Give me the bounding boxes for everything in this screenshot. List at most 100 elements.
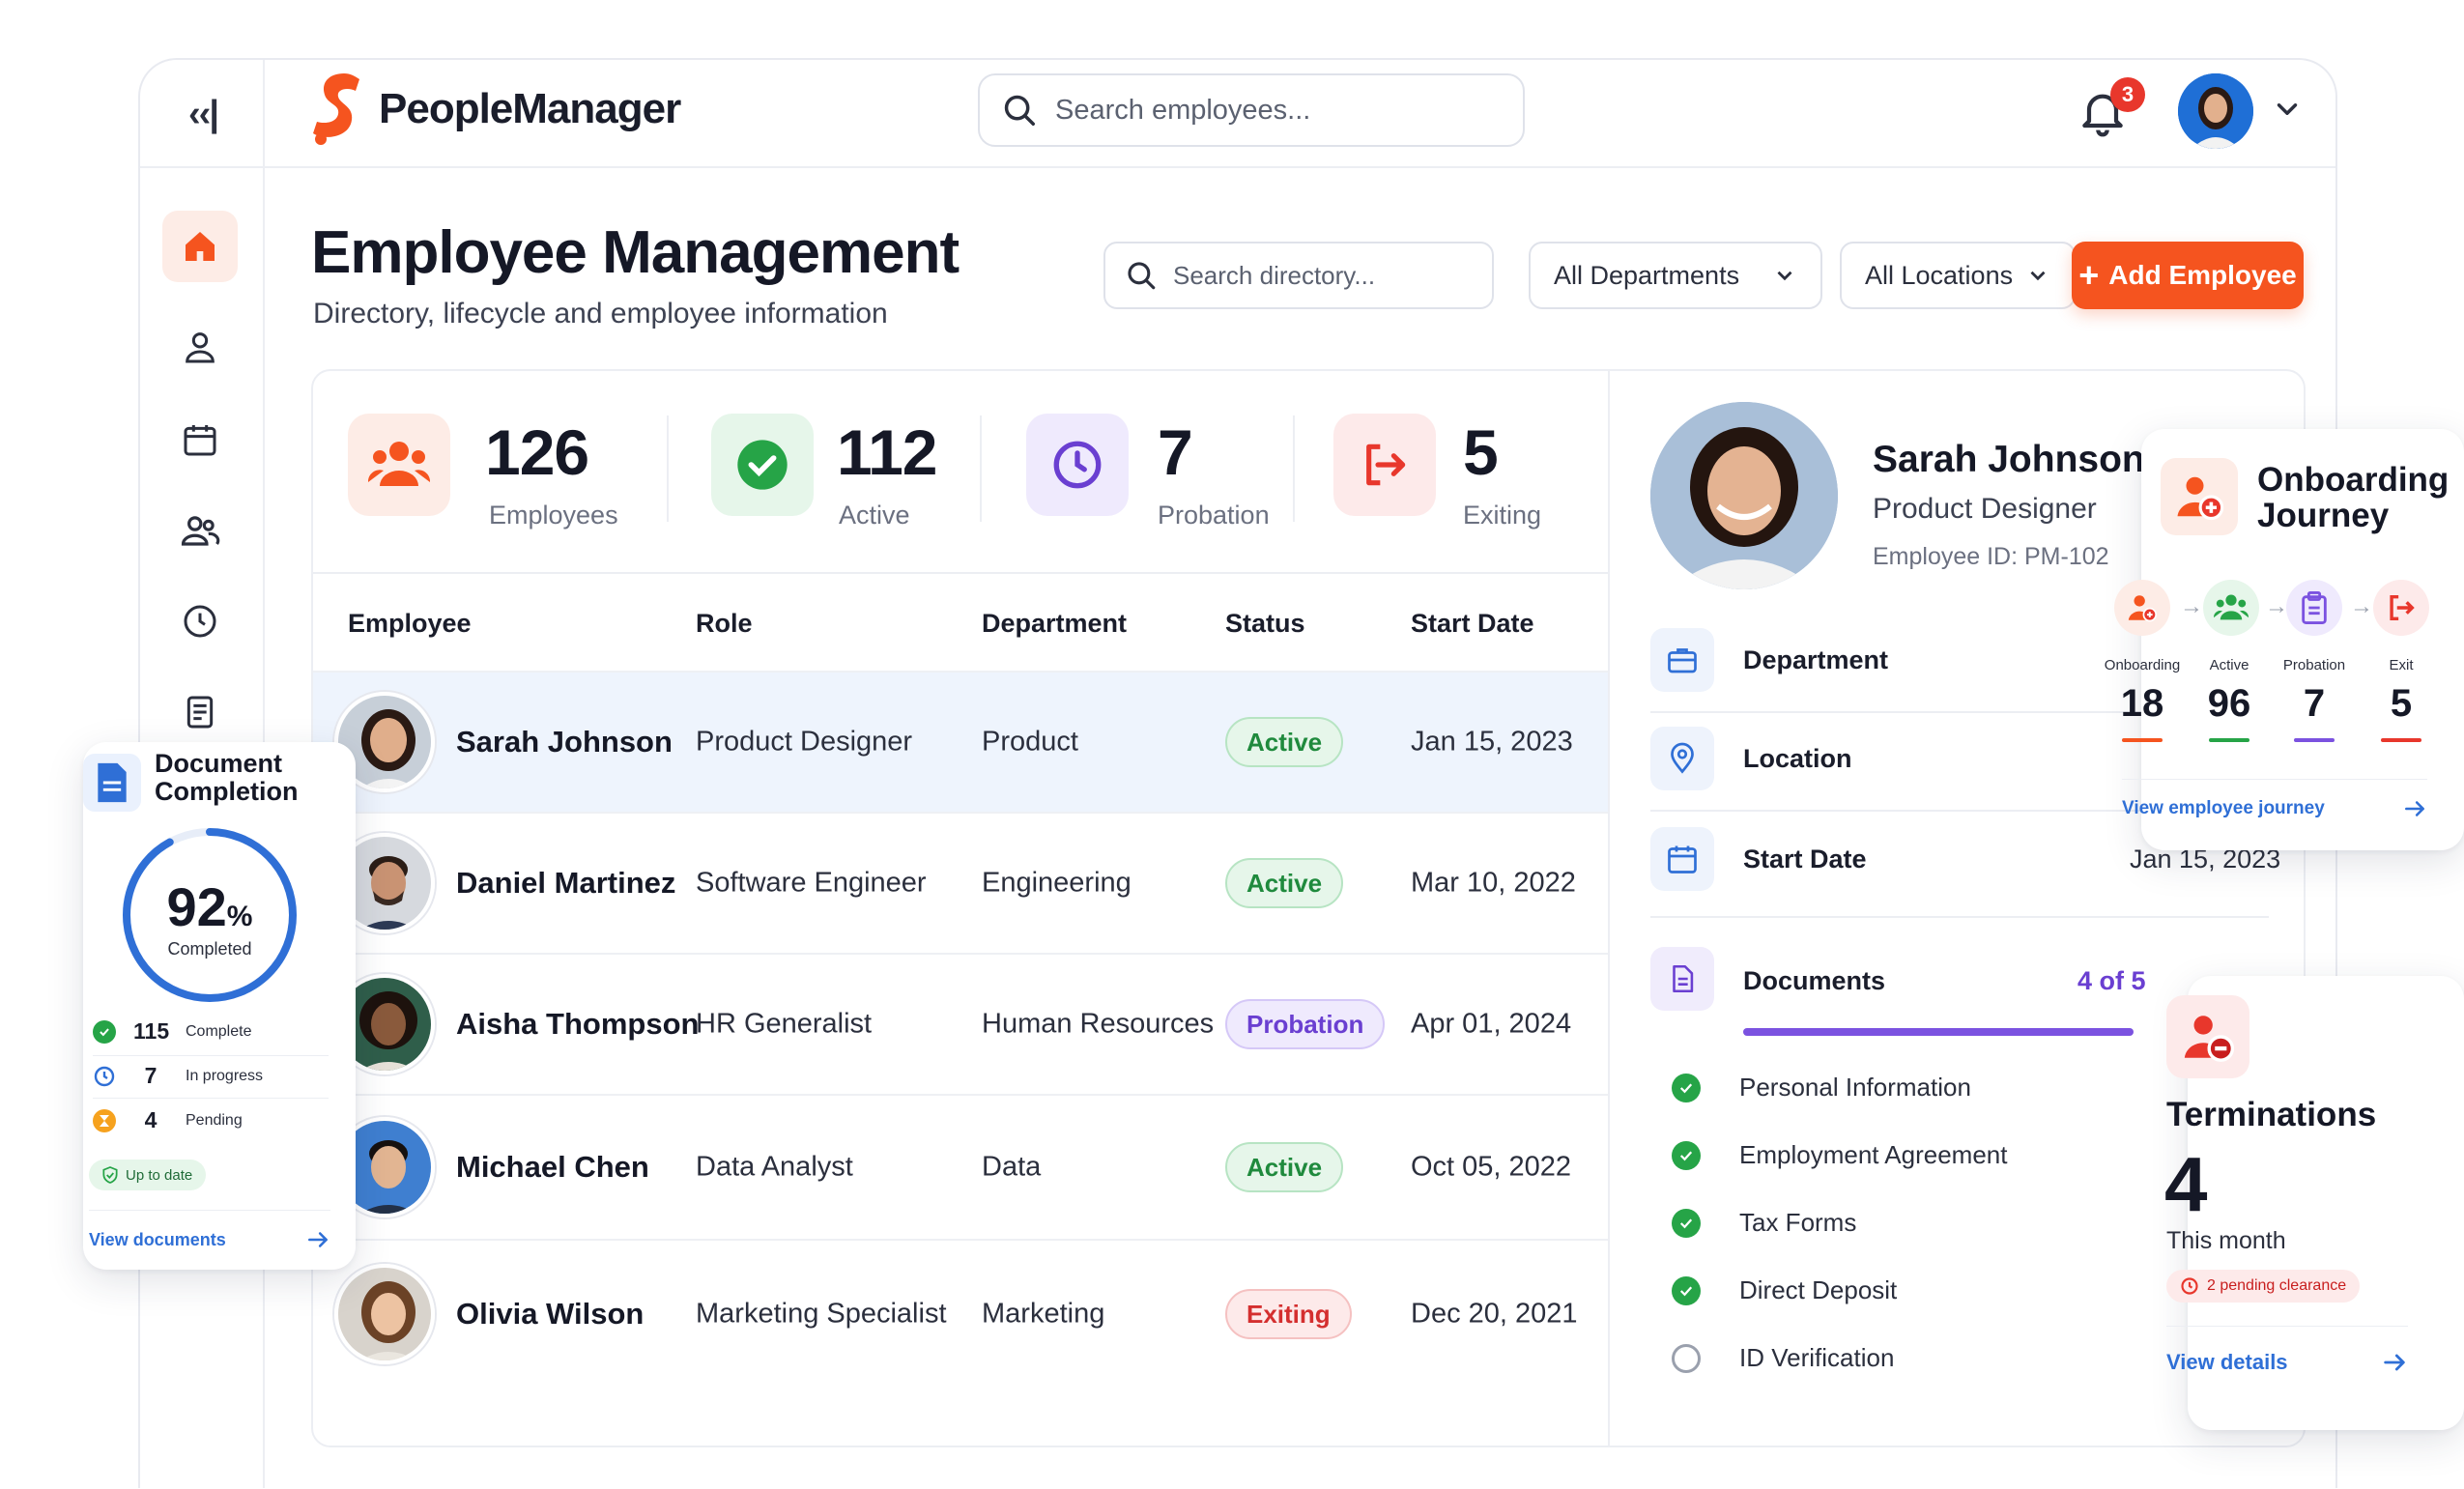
arrow-right-icon [2405, 801, 2424, 816]
stat-probation-label: Probation [1158, 501, 1270, 530]
stage-exit-icon [2373, 580, 2429, 636]
employee-start-date: Jan 15, 2023 [1411, 726, 1573, 758]
divider [2122, 779, 2427, 780]
peoplemanager-logo-icon [313, 73, 359, 145]
stat-exiting-label: Exiting [1463, 501, 1542, 530]
employee-name: Olivia Wilson [456, 1297, 645, 1331]
view-employee-journey-link[interactable]: View employee journey [2122, 796, 2427, 821]
profile-employee-id: Employee ID: PM-102 [1873, 543, 2109, 570]
location-filter-select[interactable]: All Locations [1840, 242, 2076, 309]
up-to-date-label: Up to date [126, 1166, 193, 1184]
users-icon [181, 516, 220, 546]
check-icon [1672, 1140, 1701, 1170]
employee-role: Software Engineer [696, 867, 927, 899]
column-header-status[interactable]: Status [1225, 609, 1305, 639]
divider [93, 1098, 329, 1099]
add-employee-button[interactable]: + Add Employee [2072, 242, 2304, 309]
clock-icon [184, 605, 216, 638]
nav-time[interactable] [162, 586, 238, 657]
global-search-input[interactable]: Search employees... [978, 73, 1525, 147]
collapse-sidebar-icon[interactable]: ‹‹| [174, 93, 232, 135]
exit-icon [2390, 594, 2415, 621]
check-icon [1672, 1275, 1701, 1305]
topbar-divider [140, 166, 2335, 168]
chevron-down-icon [2030, 271, 2046, 281]
stat-divider [667, 415, 669, 522]
stage-probation-icon [2286, 580, 2342, 636]
nav-home[interactable] [162, 211, 238, 282]
table-row[interactable]: Daniel Martinez Software Engineer Engine… [313, 812, 1608, 953]
search-icon [1004, 95, 1035, 126]
completion-stat-complete: 115 Complete [93, 1018, 251, 1045]
user-remove-icon [2184, 1016, 2235, 1062]
nav-team[interactable] [162, 495, 238, 566]
column-header-start-date[interactable]: Start Date [1411, 609, 1534, 639]
stats-divider [313, 572, 1608, 574]
stage-label: Active [2209, 657, 2249, 673]
document-item[interactable]: ID Verification [1672, 1343, 1894, 1373]
completion-stat-value: 115 [133, 1018, 170, 1044]
hourglass-icon [93, 1108, 116, 1132]
completion-stat-value: 4 [144, 1107, 158, 1132]
arrow-right-icon: → [2350, 593, 2373, 619]
employee-avatar [334, 1264, 435, 1364]
stage-label: Exit [2389, 657, 2414, 673]
column-header-department[interactable]: Department [982, 609, 1127, 639]
employee-department: Human Resources [982, 1008, 1215, 1040]
profile-photo [1650, 402, 1838, 589]
nav-calendar[interactable] [162, 404, 238, 475]
document-completion-title-line1: Document [155, 749, 283, 778]
document-completion-icon-box [83, 754, 141, 812]
stat-employees-label: Employees [489, 501, 618, 530]
briefcase-icon [1668, 648, 1697, 673]
employee-name: Sarah Johnson [456, 725, 673, 759]
profile-role: Product Designer [1873, 493, 2097, 525]
start-date-icon-box [1650, 827, 1714, 891]
column-header-role[interactable]: Role [696, 609, 753, 639]
terminations-value: 4 [2164, 1141, 2208, 1227]
table-row[interactable]: Olivia Wilson Marketing Specialist Marke… [313, 1239, 1608, 1388]
check-icon [1672, 1208, 1701, 1238]
app-name: PeopleManager [379, 85, 681, 132]
completion-stat-label: Complete [186, 1022, 252, 1040]
employee-department: Engineering [982, 867, 1132, 899]
profile-name: Sarah Johnson [1873, 439, 2145, 480]
document-item-label: Employment Agreement [1739, 1140, 2008, 1169]
documents-icon-box [1650, 947, 1714, 1011]
document-item[interactable]: Personal Information [1672, 1073, 1971, 1102]
users-group-icon [2214, 594, 2249, 620]
stat-exiting-icon-box [1333, 414, 1436, 516]
user-add-icon [2177, 476, 2224, 521]
user-avatar[interactable] [2178, 73, 2253, 149]
pending-clearance-label: 2 pending clearance [2207, 1277, 2347, 1294]
search-icon [1128, 262, 1156, 290]
pending-clearance-pill: 2 pending clearance [2166, 1270, 2361, 1303]
check-circle-icon [737, 440, 788, 490]
info-divider [1650, 916, 2269, 918]
view-documents-link[interactable]: View documents [89, 1227, 330, 1252]
table-row[interactable]: Michael Chen Data Analyst Data Active Oc… [313, 1094, 1608, 1239]
completion-stat-in-progress: 7 In progress [93, 1063, 263, 1089]
column-header-employee[interactable]: Employee [348, 609, 472, 639]
account-menu-chevron-icon[interactable] [2271, 93, 2304, 126]
document-completion-title: Document Completion [155, 750, 299, 806]
document-item[interactable]: Direct Deposit [1672, 1275, 1897, 1305]
table-row[interactable]: Aisha Thompson HR Generalist Human Resou… [313, 953, 1608, 1094]
employee-role: Data Analyst [696, 1151, 853, 1183]
stat-active-icon-box [711, 414, 814, 516]
documents-progress-bar [1743, 1028, 2134, 1036]
user-add-icon [2128, 595, 2158, 622]
user-icon [186, 332, 215, 363]
completion-percent-value: 92 [166, 876, 227, 937]
view-details-link[interactable]: View details [2166, 1349, 2408, 1376]
department-filter-select[interactable]: All Departments [1529, 242, 1822, 309]
document-item[interactable]: Tax Forms [1672, 1208, 1856, 1238]
directory-search-input[interactable]: Search directory... [1103, 242, 1494, 309]
table-row[interactable]: Sarah Johnson Product Designer Product A… [313, 671, 1608, 812]
stage-active-icon [2203, 580, 2259, 636]
document-item[interactable]: Employment Agreement [1672, 1140, 2007, 1170]
nav-profile[interactable] [162, 311, 238, 383]
stage-label: Probation [2282, 657, 2346, 673]
stat-active-value: 112 [837, 416, 937, 488]
nav-reports[interactable] [162, 676, 238, 748]
